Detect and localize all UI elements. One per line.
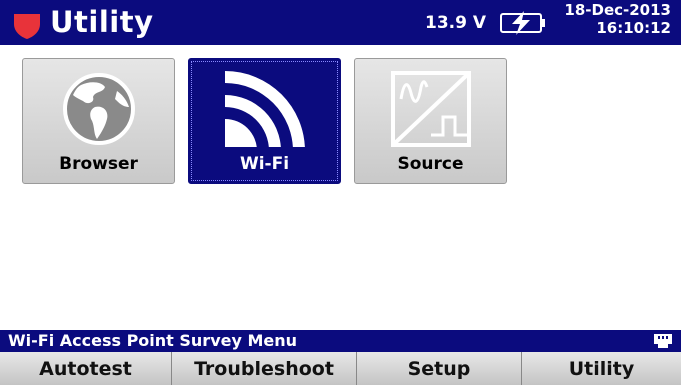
softkey-utility[interactable]: Utility: [522, 352, 681, 385]
title-bar: Utility 13.9 V 18-Dec-2013 16:10:12: [0, 0, 681, 45]
battery-charging-icon: [500, 11, 545, 35]
globe-icon: [63, 73, 135, 145]
source-label: Source: [397, 154, 464, 174]
signal-source-icon: [391, 71, 471, 147]
browser-tile[interactable]: Browser: [22, 58, 175, 184]
shield-logo-icon: [14, 14, 40, 39]
ethernet-port-icon: [654, 334, 672, 348]
softkey-bar: Autotest Troubleshoot Setup Utility: [0, 352, 681, 385]
source-tile[interactable]: Source: [354, 58, 507, 184]
status-bar: Wi-Fi Access Point Survey Menu: [0, 330, 681, 352]
wifi-tile[interactable]: Wi-Fi: [188, 58, 341, 184]
wifi-label: Wi-Fi: [239, 154, 290, 174]
browser-label: Browser: [59, 154, 138, 174]
softkey-troubleshoot[interactable]: Troubleshoot: [172, 352, 357, 385]
utility-tiles: Browser Wi-Fi Source: [0, 45, 681, 330]
softkey-autotest[interactable]: Autotest: [0, 352, 172, 385]
app-title: Utility: [50, 5, 154, 39]
status-message: Wi-Fi Access Point Survey Menu: [8, 331, 298, 350]
current-date: 18-Dec-2013: [564, 1, 671, 19]
wifi-icon: [225, 71, 305, 147]
current-time: 16:10:12: [596, 19, 671, 37]
battery-voltage: 13.9 V: [425, 13, 487, 33]
softkey-setup[interactable]: Setup: [357, 352, 522, 385]
